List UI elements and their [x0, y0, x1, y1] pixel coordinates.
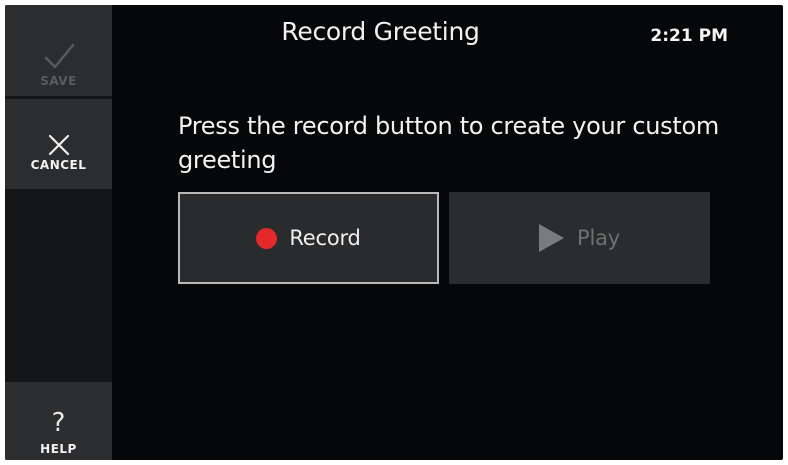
touch-screen: SAVE CANCEL ? HELP Record Greeting 2:21 … [5, 5, 783, 460]
instruction-text: Press the record button to create your c… [178, 112, 719, 174]
record-label: Record [289, 226, 361, 250]
record-dot-icon [256, 227, 278, 249]
help-button[interactable]: ? HELP [5, 382, 112, 460]
page-title: Record Greeting [281, 17, 480, 46]
sidebar: SAVE CANCEL ? HELP [5, 5, 112, 460]
play-button[interactable]: Play [449, 192, 710, 284]
clock: 2:21 PM [650, 26, 728, 46]
close-icon [48, 134, 69, 156]
checkmark-icon [44, 43, 74, 69]
record-button[interactable]: Record [178, 192, 439, 284]
save-button[interactable]: SAVE [5, 5, 112, 96]
play-label: Play [577, 226, 620, 250]
save-label: SAVE [40, 74, 77, 88]
play-icon [539, 224, 564, 252]
cancel-label: CANCEL [30, 158, 87, 172]
cancel-button[interactable]: CANCEL [5, 99, 112, 189]
question-icon: ? [51, 408, 66, 438]
help-label: HELP [40, 442, 77, 456]
